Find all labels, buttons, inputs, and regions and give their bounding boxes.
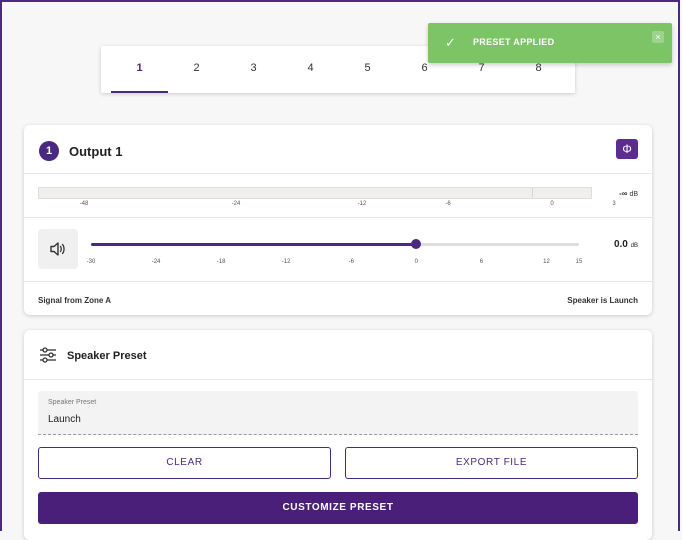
tab-2[interactable]: 2: [168, 46, 225, 93]
tab-4[interactable]: 4: [282, 46, 339, 93]
divider: [24, 217, 652, 218]
check-icon: ✓: [445, 35, 456, 50]
meter-readout: -∞ dB: [619, 189, 638, 198]
gain-slider[interactable]: [91, 239, 579, 249]
gain-slider-fill: [91, 243, 417, 246]
divider: [24, 173, 652, 174]
gain-tick-label: 0: [414, 259, 418, 265]
gain-tick-label: -18: [216, 259, 226, 265]
speaker-preset-title: Speaker Preset: [67, 350, 147, 362]
meter-tick-label: 3: [612, 201, 616, 207]
phase-icon: Φ: [622, 142, 632, 156]
gain-readout: 0.0 dB: [614, 239, 638, 250]
output-title: Output 1: [69, 144, 123, 159]
customize-preset-button[interactable]: CUSTOMIZE PRESET: [38, 492, 638, 524]
gain-tick-label: 15: [575, 259, 583, 265]
output-card: 1 Output 1 Φ -48 -24 -12 -6 0 3 -∞ dB -30 -24 -…: [24, 125, 652, 315]
tab-3[interactable]: 3: [225, 46, 282, 93]
meter-unit: dB: [629, 191, 638, 198]
speaker-preset-select[interactable]: Speaker Preset Launch: [38, 391, 638, 435]
gain-value: 0.0: [613, 239, 628, 250]
level-meter: [38, 187, 592, 199]
tab-1[interactable]: 1: [111, 46, 168, 93]
mute-button[interactable]: [38, 229, 78, 269]
gain-tick-label: -24: [151, 259, 161, 265]
close-icon[interactable]: ×: [652, 31, 664, 43]
export-file-button[interactable]: EXPORT FILE: [345, 447, 638, 479]
divider: [24, 281, 652, 282]
phase-button[interactable]: Φ: [616, 139, 638, 159]
gain-slider-thumb[interactable]: [411, 239, 422, 249]
gain-unit: dB: [630, 243, 638, 249]
gain-tick-label: -30: [86, 259, 96, 265]
meter-tick-label: -24: [231, 201, 241, 207]
toast-message: PRESET APPLIED: [473, 37, 555, 47]
meter-value: -∞: [619, 189, 628, 198]
toast-notification: ✓ PRESET APPLIED ×: [428, 23, 672, 63]
signal-source-text: Signal from Zone A: [38, 296, 112, 305]
meter-tick-label: -12: [357, 201, 367, 207]
speaker-status-text: Speaker is Launch: [567, 296, 638, 305]
sliders-icon: [40, 347, 56, 363]
divider: [24, 379, 652, 380]
speaker-preset-card: Speaker Preset Speaker Preset Launch CLE…: [24, 330, 652, 540]
speaker-preset-label: Speaker Preset: [48, 399, 97, 406]
meter-zero-line: [532, 188, 533, 198]
gain-tick-label: 6: [479, 259, 484, 265]
speaker-icon: [50, 242, 65, 256]
gain-tick-label: 12: [543, 259, 550, 265]
clear-button[interactable]: CLEAR: [38, 447, 331, 479]
gain-tick-label: -6: [348, 259, 354, 265]
output-number-badge: 1: [39, 141, 59, 161]
meter-tick-label: 0: [550, 201, 554, 207]
tab-5[interactable]: 5: [339, 46, 396, 93]
gain-tick-label: -12: [281, 259, 291, 265]
app-frame: 12345678 ✓ PRESET APPLIED × 1 Output 1 Φ…: [0, 0, 680, 540]
speaker-preset-value: Launch: [48, 414, 81, 425]
meter-tick-label: -48: [79, 201, 89, 207]
meter-tick-label: -6: [445, 201, 451, 207]
